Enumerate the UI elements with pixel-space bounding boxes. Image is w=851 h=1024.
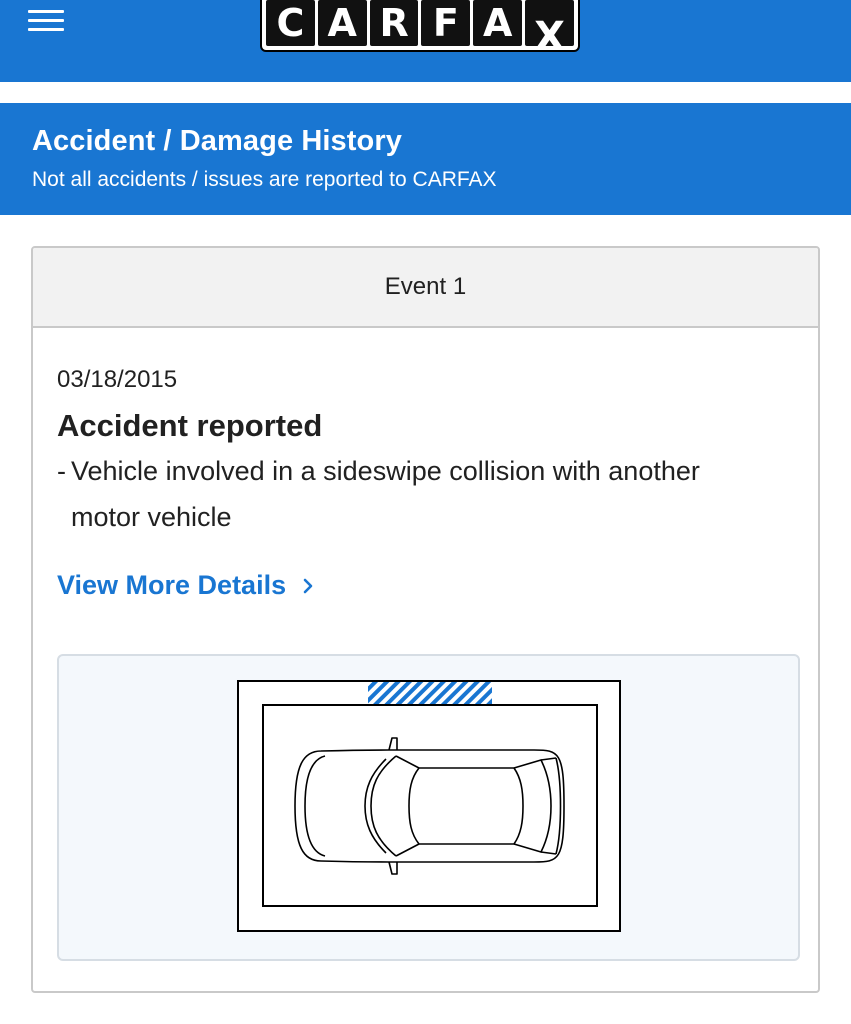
top-app-bar: C A R F A X	[0, 0, 851, 82]
car-top-view-icon	[294, 737, 565, 875]
chevron-right-icon	[303, 578, 313, 593]
hatched-damage-marker	[368, 682, 492, 704]
view-more-details-link[interactable]: View More Details	[57, 570, 318, 601]
hamburger-menu-icon[interactable]	[28, 8, 64, 36]
event-body: 03/18/2015 Accident reported - Vehicle i…	[33, 328, 818, 601]
event-detail-row: - Vehicle involved in a sideswipe collis…	[57, 448, 717, 540]
carfax-logo[interactable]: C A R F A X	[260, 0, 580, 52]
event-card: Event 1 03/18/2015 Accident reported - V…	[31, 246, 820, 993]
section-header: Accident / Damage History Not all accide…	[0, 103, 851, 215]
logo-letter: R	[369, 0, 419, 46]
logo-letter: A	[473, 0, 523, 46]
logo-letter-x: X	[525, 0, 574, 46]
event-heading: Event 1	[33, 248, 818, 328]
event-date: 03/18/2015	[57, 366, 178, 393]
logo-letter: F	[421, 0, 471, 46]
header-divider	[0, 82, 851, 103]
event-detail: Vehicle involved in a sideswipe collisio…	[71, 456, 700, 532]
section-title: Accident / Damage History	[32, 125, 402, 157]
logo-letter: A	[317, 0, 367, 46]
section-subtitle: Not all accidents / issues are reported …	[32, 168, 497, 191]
view-more-details-label: View More Details	[57, 570, 287, 600]
damage-diagram-panel	[57, 654, 800, 961]
logo-letter: C	[266, 0, 315, 46]
event-detail-bullet: -	[57, 456, 66, 486]
damage-diagram	[237, 680, 621, 932]
event-type: Accident reported	[57, 408, 323, 443]
